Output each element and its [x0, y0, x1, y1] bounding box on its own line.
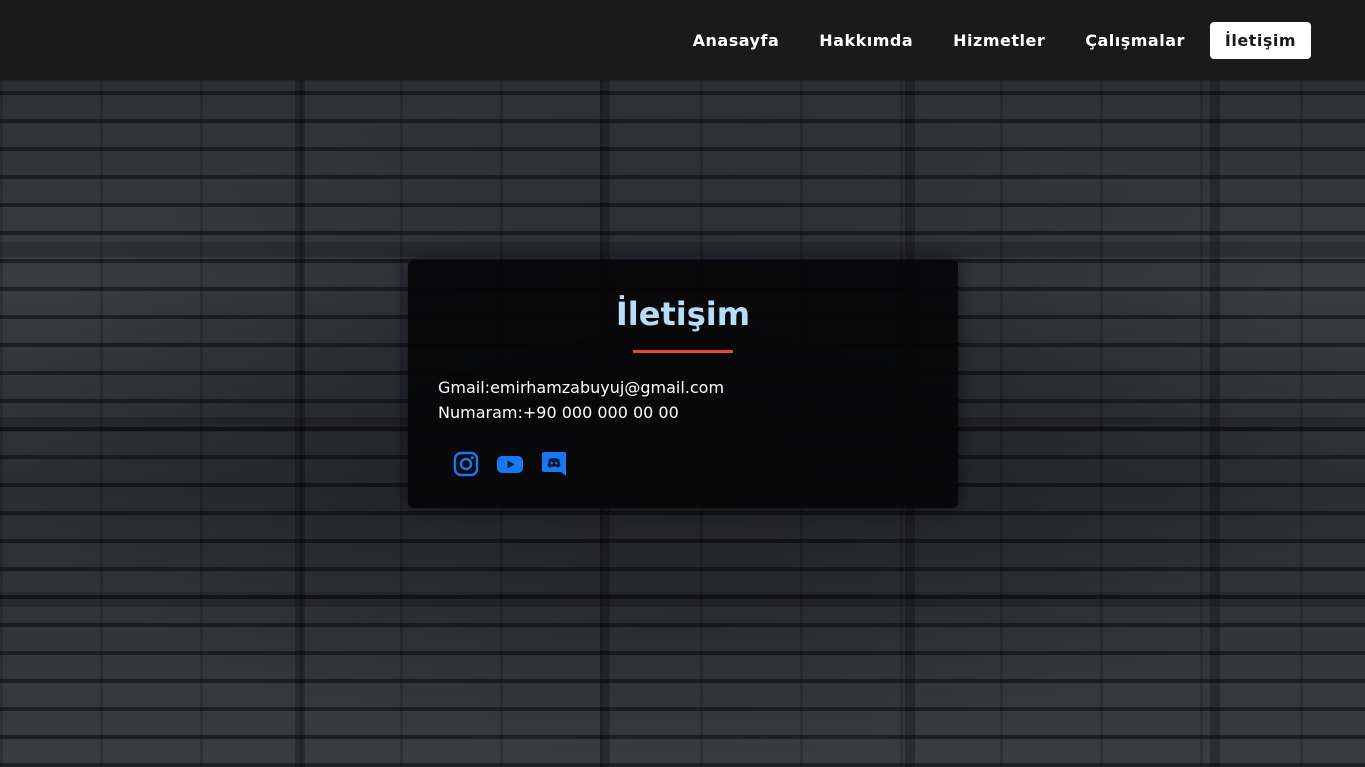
nav-menu: Anasayfa Hakkımda Hizmetler Çalışmalar İ…	[668, 21, 1311, 59]
social-links	[438, 451, 928, 477]
nav-item-hizmetler[interactable]: Hizmetler	[938, 22, 1060, 59]
instagram-icon[interactable]	[453, 451, 479, 477]
nav-item-iletisim[interactable]: İletişim	[1209, 21, 1311, 59]
nav-item-anasayfa[interactable]: Anasayfa	[678, 22, 795, 59]
phone-label: Numaram:	[438, 403, 523, 422]
gmail-line: Gmail:emirhamzabuyuj@gmail.com	[438, 375, 928, 400]
youtube-icon[interactable]	[496, 451, 524, 477]
nav-item-calismalar[interactable]: Çalışmalar	[1070, 22, 1200, 59]
title-underline	[633, 350, 733, 353]
contact-title: İletişim	[615, 295, 751, 333]
navbar: Anasayfa Hakkımda Hizmetler Çalışmalar İ…	[0, 0, 1365, 80]
discord-icon[interactable]	[541, 451, 567, 477]
contact-info: Gmail:emirhamzabuyuj@gmail.com Numaram:+…	[438, 375, 928, 425]
gmail-label: Gmail:	[438, 378, 491, 397]
phone-line: Numaram:+90 000 000 00 00	[438, 400, 928, 425]
phone-value: +90 000 000 00 00	[522, 403, 679, 422]
gmail-value: emirhamzabuyuj@gmail.com	[490, 378, 725, 397]
contact-card: İletişim Gmail:emirhamzabuyuj@gmail.com …	[408, 260, 958, 508]
nav-item-hakkimda[interactable]: Hakkımda	[804, 22, 928, 59]
